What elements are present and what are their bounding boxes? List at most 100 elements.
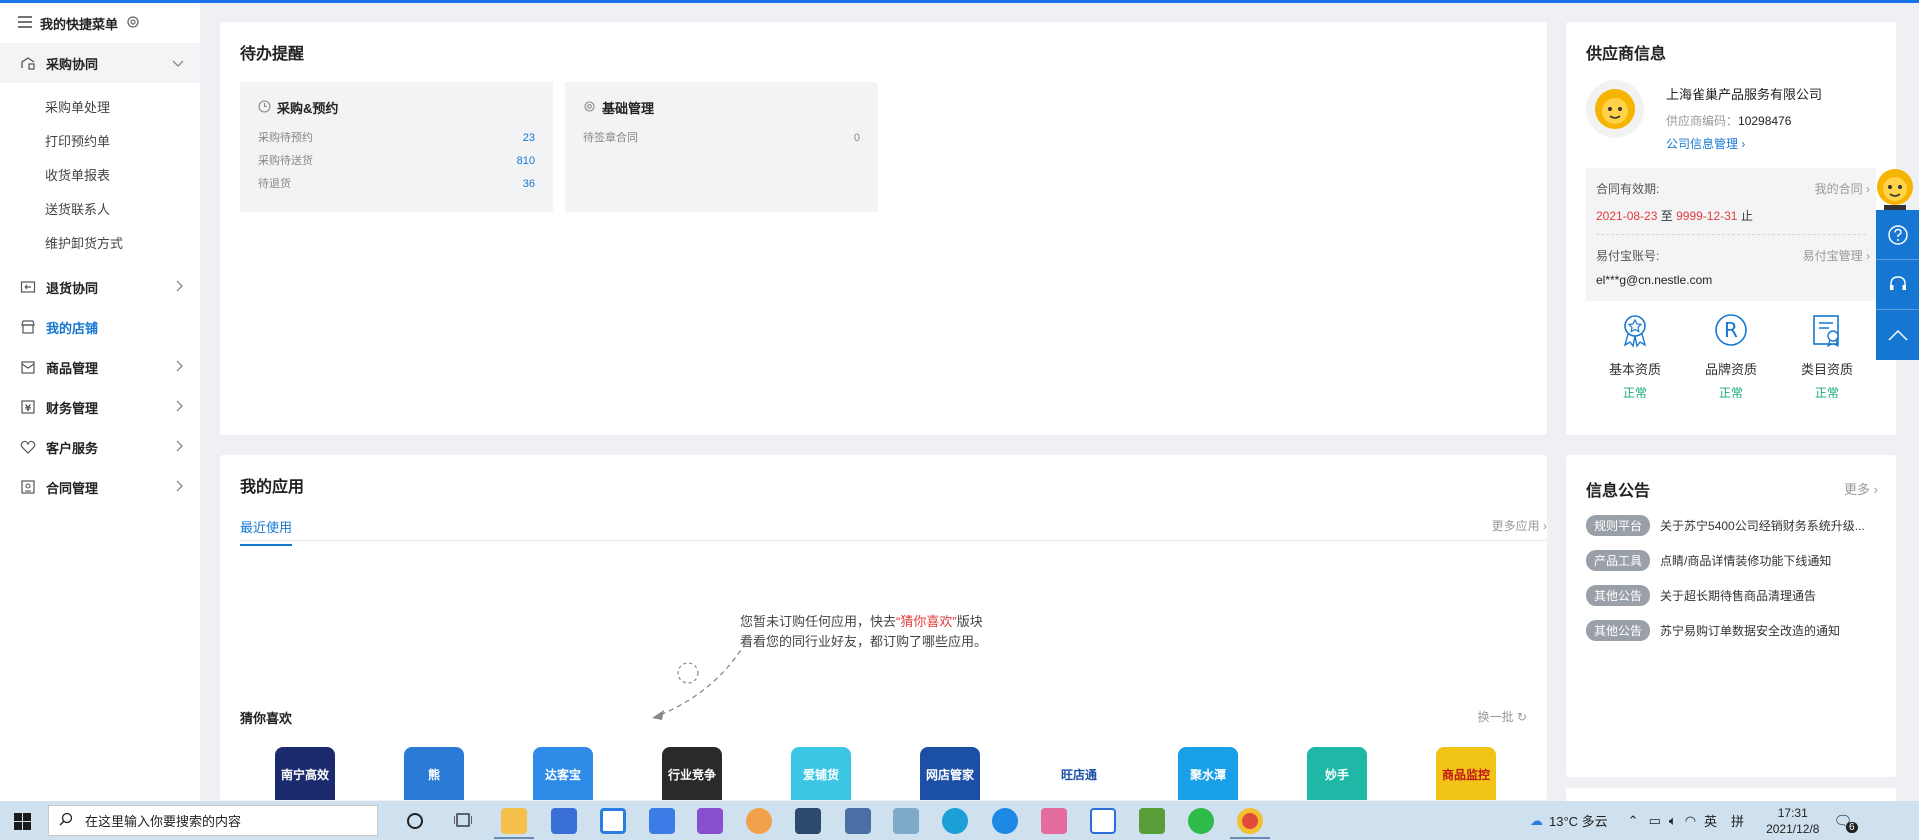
help-question-icon[interactable] [1876, 210, 1919, 260]
my-contract-link[interactable]: 我的合同 › [1815, 180, 1870, 197]
menu-purchase-collab[interactable]: 采购协同 [0, 43, 200, 83]
windows-start-icon[interactable] [14, 813, 31, 833]
todo-count[interactable]: 36 [523, 173, 535, 196]
headset-support-icon[interactable] [1876, 260, 1919, 310]
chevron-right-icon: › [1866, 182, 1870, 196]
todo-row[interactable]: 待签章合同 0 [583, 127, 860, 150]
menu-goods-manage[interactable]: 商品管理 [0, 347, 200, 387]
todo-panel: 待办提醒 采购&预约 采购待预约 23 采购待送货 810 待退货 36 基础管理 待… [220, 22, 1547, 435]
app-chat-icon[interactable] [649, 808, 675, 834]
submenu-item[interactable]: 打印预约单 [0, 125, 200, 159]
weather-cloud-icon: ☁ [1530, 812, 1543, 828]
app-tile[interactable]: 妙手 [1307, 747, 1367, 800]
todo-count[interactable]: 23 [523, 127, 535, 150]
back-to-top-icon[interactable] [1876, 310, 1919, 360]
mascot-icon[interactable] [1872, 165, 1918, 213]
settings-gear-icon[interactable] [126, 15, 140, 32]
volume-icon[interactable]: 🔈︎ [1669, 813, 1677, 829]
cortana-circle-icon[interactable] [407, 813, 423, 829]
battery-icon[interactable]: ▭ [1649, 813, 1661, 829]
visual-studio-icon[interactable] [697, 808, 723, 834]
app-tile[interactable]: 熊 [404, 747, 464, 800]
app-tile[interactable]: 旺店通 [1049, 747, 1109, 800]
todo-row[interactable]: 采购待预约 23 [258, 127, 535, 150]
app-doc-icon[interactable] [1090, 808, 1116, 834]
app-notes-icon[interactable] [893, 808, 919, 834]
menu-return-collab[interactable]: 退货协同 [0, 267, 200, 307]
qualification-brand[interactable]: R 品牌资质 正常 [1691, 312, 1771, 401]
ime-mode-icon[interactable]: 拼 [1731, 811, 1744, 830]
app-tile[interactable]: 行业竞争 [662, 747, 722, 800]
app-tile[interactable]: 商品监控 [1436, 747, 1496, 800]
notice-item[interactable]: 其他公告 苏宁易购订单数据安全改造的通知 [1586, 620, 1840, 641]
notice-item[interactable]: 规则平台 关于苏宁5400公司经销财务系统升级... [1586, 515, 1865, 536]
supplier-code-row: 供应商编码：10298476 [1666, 112, 1791, 129]
qualification-basic[interactable]: 基本资质 正常 [1595, 312, 1675, 401]
quick-menu-header[interactable]: 我的快捷菜单 [0, 3, 200, 43]
app-terminal-icon[interactable] [795, 808, 821, 834]
file-explorer-icon[interactable] [501, 808, 527, 834]
pay-manage-link[interactable]: 易付宝管理 › [1803, 247, 1870, 264]
taskbar-search-input[interactable]: 在这里输入你要搜索的内容 [48, 805, 378, 836]
chevron-up-icon[interactable]: ⌃ [1628, 813, 1639, 829]
refresh-batch-button[interactable]: 换一批 ↻ [1478, 708, 1527, 725]
app-r-icon[interactable] [551, 808, 577, 834]
todo-row[interactable]: 待退货 36 [258, 173, 535, 196]
menu-purchase-label: 采购协同 [46, 56, 99, 72]
todo-row[interactable]: 采购待送货 810 [258, 150, 535, 173]
chrome-browser-icon[interactable] [1237, 808, 1263, 834]
submenu-item[interactable]: 送货联系人 [0, 193, 200, 227]
app-tile[interactable]: 聚水潭 [1178, 747, 1238, 800]
wifi-icon[interactable]: ◠ [1685, 813, 1696, 829]
company-info-link[interactable]: 公司信息管理 › [1666, 135, 1745, 152]
pay-account: el***g@cn.nestle.com [1596, 273, 1713, 287]
app-tile-label: 商品监控 [1441, 768, 1490, 782]
app-send-icon[interactable] [992, 808, 1018, 834]
edge-browser-icon[interactable] [942, 808, 968, 834]
app-sheet-icon[interactable] [1139, 808, 1165, 834]
notice-item[interactable]: 其他公告 关于超长期待售商品清理通告 [1586, 585, 1816, 606]
return-icon [20, 279, 36, 295]
panel-stub [1566, 788, 1896, 801]
app-tile-label: 达客宝 [544, 768, 581, 782]
active-app-indicator [1230, 837, 1270, 839]
todo-count[interactable]: 810 [517, 150, 535, 173]
notice-more-link[interactable]: 更多 › [1844, 479, 1878, 498]
submenu-item[interactable]: 收货单报表 [0, 159, 200, 193]
menu-customer-service[interactable]: 客户服务 [0, 427, 200, 467]
pay-label: 易付宝账号: [1596, 249, 1660, 263]
app-tile-label: 聚水潭 [1189, 768, 1226, 782]
ime-language[interactable]: 英 [1704, 811, 1717, 830]
todo-count[interactable]: 0 [854, 127, 860, 150]
app-tile[interactable]: 爱铺货 [791, 747, 851, 800]
chevron-right-icon: › [1866, 249, 1870, 263]
divider [1596, 234, 1866, 235]
hamburger-icon[interactable] [18, 15, 32, 31]
notice-text: 点睛/商品详情装修功能下线通知 [1660, 554, 1832, 568]
more-apps-link[interactable]: 更多应用 › [1492, 517, 1547, 534]
menu-label: 我的店铺 [46, 320, 99, 336]
apps-tabbar: 最近使用 更多应用 › [240, 507, 1547, 546]
task-view-icon[interactable] [453, 812, 473, 831]
app-browser-icon[interactable] [746, 808, 772, 834]
app-sketch-icon[interactable] [1041, 808, 1067, 834]
app-tile[interactable]: 南宁高效 [275, 747, 335, 800]
tab-recent[interactable]: 最近使用 [240, 517, 293, 546]
notice-item[interactable]: 产品工具 点睛/商品详情装修功能下线通知 [1586, 550, 1831, 571]
app-tile-label: 南宁高效 [280, 768, 329, 782]
wechat-icon[interactable] [1188, 808, 1214, 834]
svg-text:R: R [1724, 318, 1738, 342]
app-tile[interactable]: 网店管家 [920, 747, 980, 800]
qualification-category[interactable]: 类目资质 正常 [1787, 312, 1867, 401]
notification-center-icon[interactable]: 🗨︎ 6 [1833, 812, 1858, 833]
submenu-item[interactable]: 采购单处理 [0, 91, 200, 125]
submenu-item[interactable]: 维护卸货方式 [0, 227, 200, 261]
menu-my-store[interactable]: 我的店铺 [0, 307, 200, 347]
app-tile[interactable]: 达客宝 [533, 747, 593, 800]
menu-contract-manage[interactable]: 合同管理 [0, 467, 200, 507]
menu-finance-manage[interactable]: ¥ 财务管理 [0, 387, 200, 427]
app-feishu-icon[interactable] [600, 808, 626, 834]
weather-text[interactable]: 13°C 多云 [1549, 811, 1608, 830]
clock[interactable]: 17:31 2021/12/8 [1766, 805, 1819, 837]
app-network-icon[interactable] [845, 808, 871, 834]
